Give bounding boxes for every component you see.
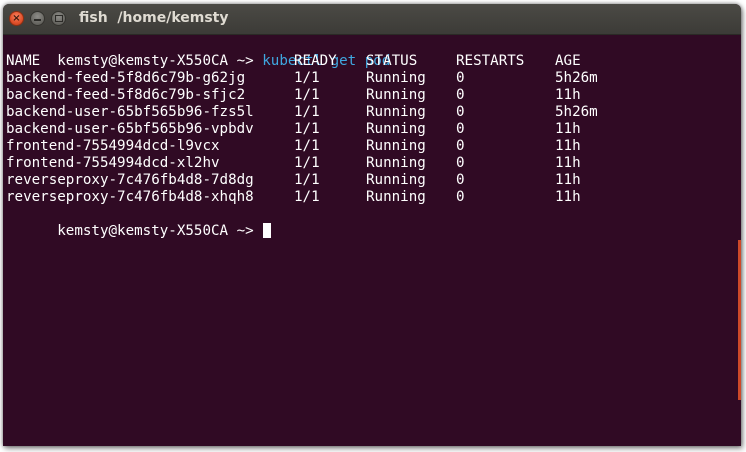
window-title: fish /home/kemsty [79,10,229,26]
pod-status: Running [366,138,426,154]
table-row: backend-feed-5f8d6c79b-sfjc2 1/1 Running 0 1… [6,87,741,104]
pod-age: 5h26m [555,70,598,86]
pod-status: Running [366,87,426,103]
pod-age: 11h [555,172,581,188]
table-row: reverseproxy-7c476fb4d8-xhqh8 1/1 Running 0… [6,189,741,206]
pod-restarts: 0 [456,87,465,103]
header-restarts: RESTARTS [456,53,525,69]
pod-status: Running [366,172,426,188]
pod-ready: 1/1 [294,138,320,154]
terminal-window: × fish /home/kemsty kemsty@kemsty-X550CA… [3,4,741,446]
minimize-window-button[interactable] [30,11,45,26]
header-status: STATUS [366,53,418,69]
header-age: AGE [555,53,581,69]
current-prompt-text: kemsty@kemsty-X550CA ~> [57,223,263,239]
table-row: backend-user-65bf565b96-fzs5l 1/1 Running 0… [6,104,741,121]
scrollbar[interactable] [738,240,741,400]
pod-status: Running [366,189,426,205]
table-row: frontend-7554994dcd-l9vcx 1/1 Running 0 11h [6,138,741,155]
table-row: frontend-7554994dcd-xl2hv 1/1 Running 0 11h [6,155,741,172]
pod-name: reverseproxy-7c476fb4d8-7d8dg [6,172,254,188]
pod-age: 11h [555,138,581,154]
pod-name: backend-user-65bf565b96-fzs5l [6,104,254,120]
header-name: NAME [6,53,41,69]
pod-age: 11h [555,87,581,103]
pod-status: Running [366,70,426,86]
pod-restarts: 0 [456,172,465,188]
pod-status: Running [366,104,426,120]
pod-restarts: 0 [456,121,465,137]
table-row: backend-feed-5f8d6c79b-g62jg 1/1 Running 0 5… [6,70,741,87]
maximize-icon [54,15,63,22]
pod-age: 11h [555,155,581,171]
pod-age: 5h26m [555,104,598,120]
pod-name: backend-user-65bf565b96-vpbdv [6,121,254,137]
pod-ready: 1/1 [294,189,320,205]
current-prompt-line: kemsty@kemsty-X550CA ~> [6,206,741,239]
pod-ready: 1/1 [294,104,320,120]
close-icon: × [12,12,21,24]
pod-name: reverseproxy-7c476fb4d8-xhqh8 [6,189,254,205]
pod-name: backend-feed-5f8d6c79b-sfjc2 [6,87,246,103]
pod-ready: 1/1 [294,172,320,188]
minimize-icon [34,18,41,21]
pod-ready: 1/1 [294,155,320,171]
pod-status: Running [366,121,426,137]
pod-age: 11h [555,189,581,205]
pod-status: Running [366,155,426,171]
pod-name: backend-feed-5f8d6c79b-g62jg [6,70,246,86]
header-ready: READY [294,53,337,69]
pod-restarts: 0 [456,189,465,205]
close-window-button[interactable]: × [9,11,24,26]
command-line: kemsty@kemsty-X550CA ~> kubectl get pod [6,36,741,69]
pod-restarts: 0 [456,104,465,120]
pod-age: 11h [555,121,581,137]
pod-ready: 1/1 [294,70,320,86]
table-row: reverseproxy-7c476fb4d8-7d8dg 1/1 Running 0… [6,172,741,189]
title-bar[interactable]: × fish /home/kemsty [3,4,741,35]
pod-restarts: 0 [456,70,465,86]
terminal-output[interactable]: kemsty@kemsty-X550CA ~> kubectl get pod … [6,36,741,446]
table-row: backend-user-65bf565b96-vpbdv 1/1 Running 0… [6,121,741,138]
table-header-row: NAME READY STATUS RESTARTS AGE [6,53,741,70]
text-cursor [263,223,272,238]
pod-ready: 1/1 [294,87,320,103]
pod-name: frontend-7554994dcd-xl2hv [6,155,220,171]
pod-name: frontend-7554994dcd-l9vcx [6,138,220,154]
pod-restarts: 0 [456,155,465,171]
pod-restarts: 0 [456,138,465,154]
pod-ready: 1/1 [294,121,320,137]
maximize-window-button[interactable] [51,11,66,26]
